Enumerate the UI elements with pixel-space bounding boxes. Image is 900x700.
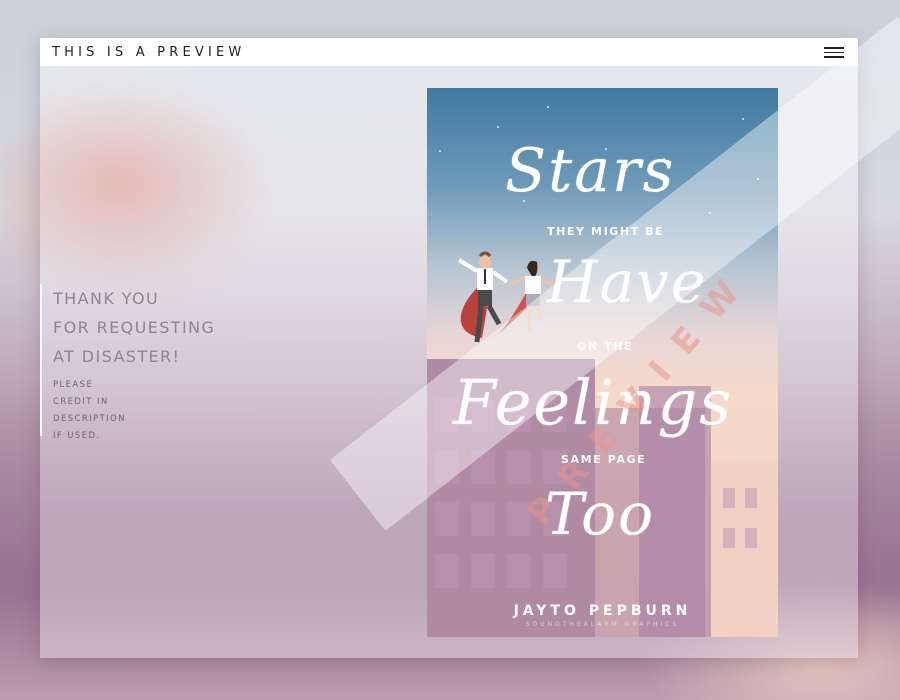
building-window bbox=[471, 502, 495, 536]
cover-author: JAYTO PEPBURN bbox=[513, 603, 692, 619]
thank-you-message: THANK YOU FOR REQUESTING AT DISASTER! PL… bbox=[40, 284, 216, 441]
building-window bbox=[435, 554, 459, 588]
star bbox=[497, 126, 499, 128]
header-bar: THIS IS A PREVIEW bbox=[40, 38, 858, 66]
building-window bbox=[471, 554, 495, 588]
building-window bbox=[745, 528, 757, 548]
building-window bbox=[543, 554, 567, 588]
hamburger-menu-icon[interactable] bbox=[824, 47, 844, 59]
star bbox=[439, 150, 441, 152]
star bbox=[547, 106, 549, 108]
building-window bbox=[745, 488, 757, 508]
building-window bbox=[435, 502, 459, 536]
star bbox=[742, 118, 744, 120]
thanks-line-2: FOR REQUESTING bbox=[53, 318, 216, 337]
page-title: THIS IS A PREVIEW bbox=[52, 45, 246, 60]
building-window bbox=[507, 450, 531, 484]
credit-note-line-4: IF USED. bbox=[53, 431, 101, 441]
cover-title-word-1: Stars bbox=[505, 136, 676, 206]
building-window bbox=[723, 488, 735, 508]
credit-note-line-2: CREDIT IN bbox=[53, 397, 109, 407]
preview-window: THIS IS A PREVIEW THANK YOU FOR REQUESTI… bbox=[40, 38, 858, 658]
thanks-line-3: AT DISASTER! bbox=[53, 347, 181, 366]
cover-credit: SOUNDTHEALARM GRAPHICS bbox=[525, 621, 680, 628]
thanks-line-1: THANK YOU bbox=[53, 289, 160, 308]
credit-note-line-1: PLEASE bbox=[53, 380, 94, 390]
building-window bbox=[507, 554, 531, 588]
window-blur-pink bbox=[40, 78, 270, 278]
building-window bbox=[723, 528, 735, 548]
credit-note-line-3: DESCRIPTION bbox=[53, 414, 126, 424]
